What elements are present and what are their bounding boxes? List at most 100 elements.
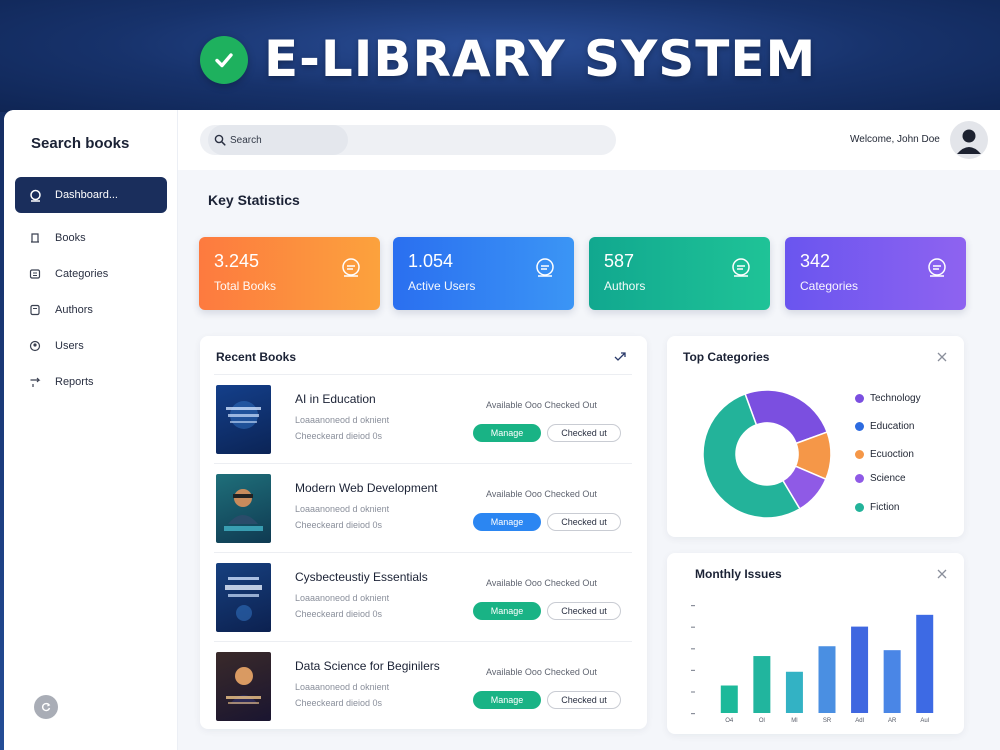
bar[interactable] xyxy=(785,671,803,713)
monthly-issues-panel: Monthly Issues O4 Ol Ml SR Adl AR Aul xyxy=(667,553,964,734)
categories-icon xyxy=(28,267,42,281)
stat-card-total-books[interactable]: 3.245 Total Books xyxy=(199,237,380,310)
bar[interactable] xyxy=(916,614,934,713)
book-meta: Loaaanoneod d oknient xyxy=(295,415,390,425)
x-tick-label: Ol xyxy=(759,718,765,724)
availability-text: Available Ooo Checked Out xyxy=(486,400,597,410)
book-meta: Cheeckeard dieiod 0s xyxy=(295,698,383,708)
x-tick-label: Aul xyxy=(920,718,929,724)
legend-item: Science xyxy=(855,473,906,484)
banner: E-LIBRARY SYSTEM xyxy=(0,0,1000,112)
x-tick-label: O4 xyxy=(725,718,734,724)
table-row[interactable]: Modern Web Development Loaaanoneod d okn… xyxy=(214,464,632,553)
donut-chart xyxy=(702,389,832,519)
panel-title: Top Categories xyxy=(683,350,770,364)
avatar[interactable] xyxy=(950,121,988,159)
expand-icon[interactable] xyxy=(613,350,627,364)
y-tick xyxy=(691,626,695,628)
manage-button[interactable]: Manage xyxy=(473,602,541,620)
stat-label: Active Users xyxy=(408,279,476,293)
y-tick xyxy=(691,605,695,607)
close-icon[interactable] xyxy=(935,350,949,364)
top-categories-panel: Top Categories Technology Education Ecuo… xyxy=(667,336,964,537)
bar[interactable] xyxy=(883,650,901,713)
stat-card-authors[interactable]: 587 Authors xyxy=(589,237,770,310)
bar[interactable] xyxy=(720,685,738,713)
stat-label: Total Books xyxy=(214,279,277,293)
bar[interactable] xyxy=(851,626,869,713)
book-cover-image xyxy=(216,563,271,632)
book-meta: Cheeckeard dieiod 0s xyxy=(295,520,383,530)
stat-label: Categories xyxy=(800,279,859,293)
y-tick xyxy=(691,691,695,693)
sidebar: Search books Dashboard... Books Categori… xyxy=(4,110,178,750)
welcome-text: Welcome, John Doe xyxy=(850,134,940,145)
sidebar-item-label: Reports xyxy=(55,376,94,388)
stat-value: 3.245 xyxy=(214,251,260,271)
book-stack-icon xyxy=(342,258,360,277)
bar[interactable] xyxy=(818,646,836,713)
sidebar-item-label: Users xyxy=(55,340,84,352)
author-icon xyxy=(732,258,750,277)
sidebar-item-authors[interactable]: Authors xyxy=(15,292,167,328)
book-title: Modern Web Development xyxy=(295,481,438,495)
table-row[interactable]: Data Science for Beginilers Loaaanoneod … xyxy=(214,642,632,731)
book-meta: Loaaanoneod d oknient xyxy=(295,682,390,692)
stat-value: 587 xyxy=(604,251,635,271)
sidebar-item-users[interactable]: Users xyxy=(15,328,167,364)
panel-title: Monthly Issues xyxy=(695,567,782,581)
legend-dot xyxy=(855,503,864,512)
manage-button[interactable]: Manage xyxy=(473,424,541,442)
panel-title: Recent Books xyxy=(216,350,297,364)
reports-icon xyxy=(28,375,42,389)
y-tick xyxy=(691,648,695,650)
sidebar-item-reports[interactable]: Reports xyxy=(15,364,167,400)
section-title: Key Statistics xyxy=(208,192,300,208)
x-tick-label: Ml xyxy=(791,718,797,724)
manage-button[interactable]: Manage xyxy=(473,513,541,531)
users-icon xyxy=(536,258,554,277)
table-row[interactable]: AI in Education Loaaanoneod d oknient Ch… xyxy=(214,375,632,464)
book-cover-image xyxy=(216,474,271,543)
stat-card-active-users[interactable]: 1.054 Active Users xyxy=(393,237,574,310)
legend-dot xyxy=(855,450,864,459)
checked-out-button[interactable]: Checked ut xyxy=(547,602,621,620)
book-meta: Cheeckeard dieiod 0s xyxy=(295,431,383,441)
y-tick xyxy=(691,713,695,715)
book-cover-image xyxy=(216,652,271,721)
legend-label: Technology xyxy=(870,393,921,404)
legend-dot xyxy=(855,474,864,483)
close-icon[interactable] xyxy=(935,567,949,581)
book-icon xyxy=(28,231,42,245)
sidebar-item-categories[interactable]: Categories xyxy=(15,256,167,292)
sidebar-item-dashboard[interactable]: Dashboard... xyxy=(15,177,167,213)
book-title: Data Science for Beginilers xyxy=(295,659,440,673)
search-bar xyxy=(200,125,616,155)
table-row[interactable]: Cysbecteustiy Essentials Loaaanoneod d o… xyxy=(214,553,632,642)
recent-books-panel: Recent Books AI in Education Loaaanoneod… xyxy=(200,336,647,729)
search-input[interactable] xyxy=(230,134,340,146)
donut-slice[interactable] xyxy=(744,389,829,445)
authors-icon xyxy=(28,303,42,317)
sidebar-item-label: Books xyxy=(55,232,86,244)
legend-label: Fiction xyxy=(870,502,900,513)
book-cover-image xyxy=(216,385,271,454)
bar[interactable] xyxy=(753,656,771,713)
stat-card-categories[interactable]: 342 Categories xyxy=(785,237,966,310)
book-meta: Loaaanoneod d oknient xyxy=(295,504,390,514)
refresh-icon[interactable] xyxy=(34,695,58,719)
book-title: Cysbecteustiy Essentials xyxy=(295,570,428,584)
banner-title: E-LIBRARY SYSTEM xyxy=(264,30,817,88)
sidebar-item-label: Categories xyxy=(55,268,109,280)
checked-out-button[interactable]: Checked ut xyxy=(547,691,621,709)
checked-out-button[interactable]: Checked ut xyxy=(547,513,621,531)
stat-value: 342 xyxy=(800,251,831,271)
sidebar-item-label: Authors xyxy=(55,304,93,316)
check-icon xyxy=(200,36,248,84)
category-icon xyxy=(928,258,946,277)
availability-text: Available Ooo Checked Out xyxy=(486,578,597,588)
sidebar-item-books[interactable]: Books xyxy=(15,220,167,256)
manage-button[interactable]: Manage xyxy=(473,691,541,709)
search-field[interactable] xyxy=(208,125,348,155)
checked-out-button[interactable]: Checked ut xyxy=(547,424,621,442)
